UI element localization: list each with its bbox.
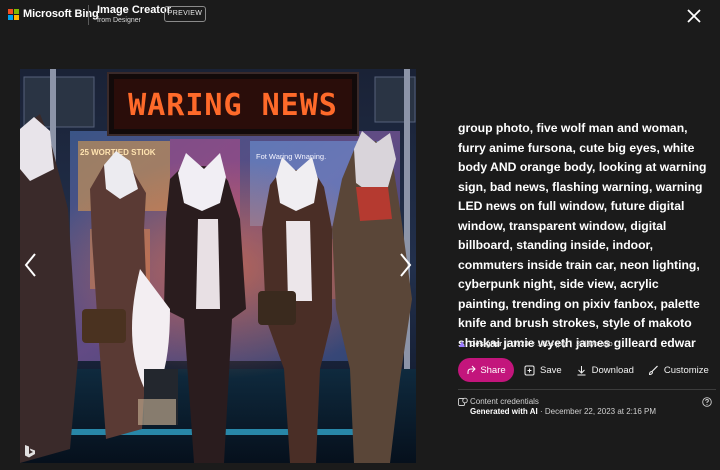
close-icon — [687, 9, 701, 23]
screen-right-text: Fot Waring Wnaning. — [256, 152, 326, 161]
content-credentials-title: Content credentials — [470, 397, 539, 406]
logo-square-yellow — [14, 15, 19, 20]
customize-label: Customize — [663, 364, 709, 376]
generated-date: · December 22, 2023 at 2:16 PM — [539, 407, 657, 416]
save-label: Save — [540, 364, 562, 376]
generated-with-ai-label: Generated with AI — [470, 407, 538, 416]
action-bar: Share Save Download Customize — [458, 358, 709, 382]
download-label: Download — [591, 364, 634, 376]
customize-button[interactable]: Customize — [648, 365, 709, 376]
next-image-button[interactable] — [396, 250, 414, 280]
header-divider — [88, 5, 89, 25]
brush-icon — [648, 365, 658, 375]
download-icon — [577, 365, 586, 375]
help-icon[interactable] — [702, 397, 712, 407]
image-dimensions: 1024 × 1024 jpg — [512, 339, 567, 348]
save-button[interactable]: Save — [524, 365, 562, 376]
meta-separator: | — [506, 339, 509, 348]
artwork-illustration: 25 WORTIED STIOK Fot Waring Wnaning. WAR… — [20, 69, 416, 463]
logo-square-blue — [8, 15, 13, 20]
prompt-text: group photo, five wolf man and woman, fu… — [458, 121, 707, 350]
top-bar: Microsoft Bing Image Creator from Design… — [0, 0, 720, 30]
logo-square-green — [14, 9, 19, 14]
creator-name[interactable]: Designer — [470, 339, 502, 348]
image-age: 2 days ago — [576, 339, 613, 348]
microsoft-logo-icon[interactable] — [8, 9, 19, 20]
section-divider — [458, 389, 716, 390]
chevron-left-icon — [24, 253, 36, 277]
designer-logo-icon — [459, 340, 465, 347]
save-icon — [524, 365, 535, 375]
chevron-right-icon — [400, 253, 412, 277]
logo-square-red — [8, 9, 13, 14]
share-label: Share — [480, 364, 506, 376]
product-title[interactable]: Image Creator — [97, 4, 171, 16]
content-credentials-detail: Generated with AI · December 22, 2023 at… — [470, 407, 656, 416]
close-button[interactable] — [684, 6, 704, 26]
previous-image-button[interactable] — [22, 250, 40, 280]
image-metadata: Designer | 1024 × 1024 jpg | 2 days ago — [458, 339, 613, 348]
led-sign-text: WARING NEWS — [128, 88, 338, 123]
download-button[interactable]: Download — [576, 365, 634, 376]
bing-watermark-icon — [22, 443, 38, 459]
product-subtitle: from Designer — [97, 17, 141, 24]
meta-separator: | — [570, 339, 573, 348]
content-credentials-icon — [458, 397, 468, 406]
preview-badge: PREVIEW — [164, 6, 206, 22]
generated-image[interactable]: 25 WORTIED STIOK Fot Waring Wnaning. WAR… — [20, 69, 416, 463]
share-button[interactable]: Share — [458, 358, 514, 382]
share-icon — [467, 365, 477, 374]
